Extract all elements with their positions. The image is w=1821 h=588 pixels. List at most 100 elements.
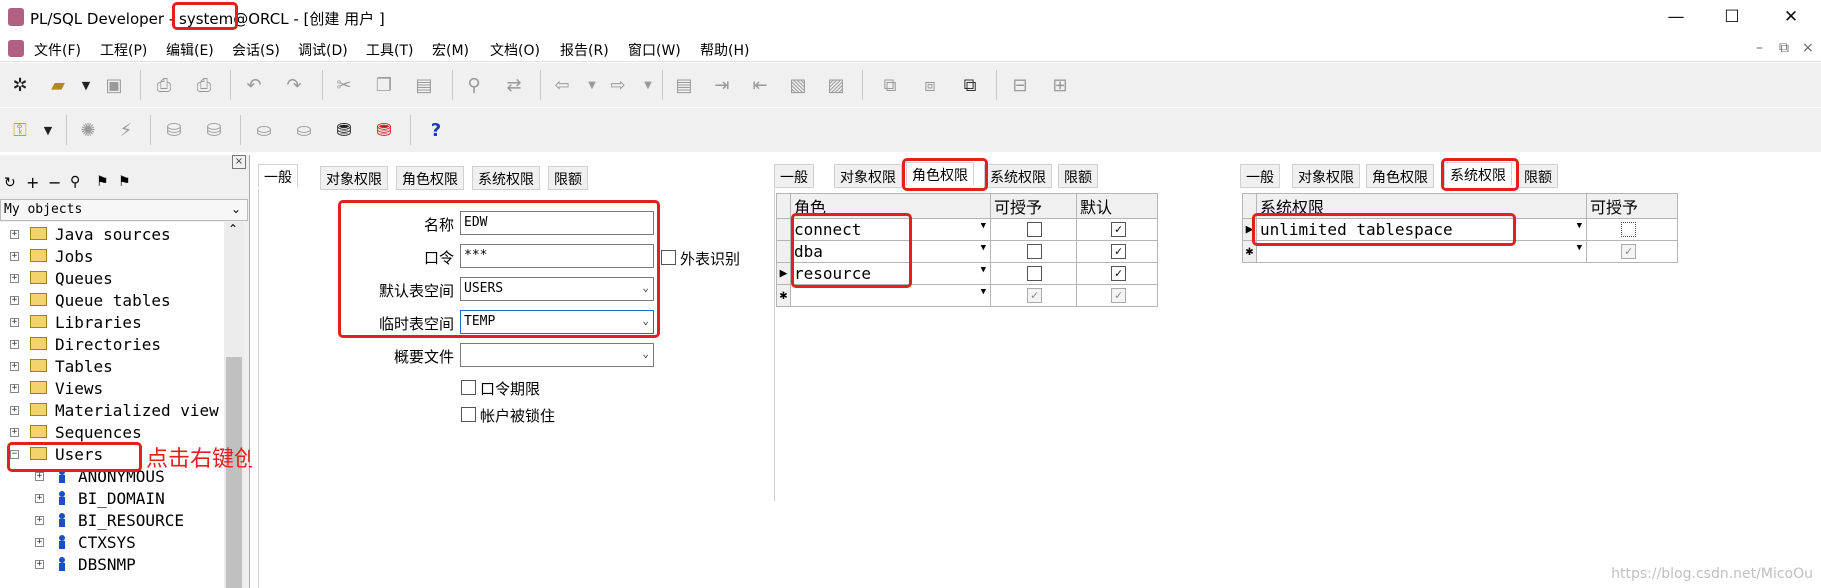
replace-icon[interactable]: ⇄ xyxy=(500,71,528,99)
dropdown-arrow-icon[interactable]: ▼ xyxy=(1577,243,1582,253)
mdi-close-icon[interactable]: × xyxy=(1802,40,1814,56)
rollback-icon[interactable]: ⛁ xyxy=(200,116,228,144)
expand-icon[interactable]: + xyxy=(10,406,19,415)
dropdown-arrow-icon[interactable]: ▼ xyxy=(981,287,986,297)
mdi-restore-icon[interactable]: ⧉ xyxy=(1779,40,1789,56)
disconnect-icon[interactable]: ⛀ xyxy=(290,116,318,144)
key-dropdown-icon[interactable]: ▼ xyxy=(34,116,62,144)
column-header-grantable[interactable]: 可授予 xyxy=(990,193,1077,219)
tree-scrollbar[interactable]: ⌃ xyxy=(224,222,244,588)
expand-icon[interactable]: + xyxy=(35,538,44,547)
tab-role-privileges[interactable]: 角色权限 xyxy=(396,166,464,190)
expand-icon[interactable]: + xyxy=(35,516,44,525)
default-checkbox[interactable]: ✓ xyxy=(1111,266,1126,281)
grantable-checkbox[interactable] xyxy=(1621,222,1636,237)
expand-icon[interactable]: + xyxy=(10,362,19,371)
undo-icon[interactable]: ↶ xyxy=(240,71,268,99)
minimize-icon[interactable]: — xyxy=(1653,2,1699,32)
grantable-checkbox[interactable] xyxy=(1027,222,1042,237)
tab-quotas[interactable]: 限额 xyxy=(1058,164,1098,188)
menu-document[interactable]: 文档(O) xyxy=(490,40,540,60)
refresh-icon[interactable]: ↻ xyxy=(4,175,16,191)
new-icon[interactable]: ✲ xyxy=(6,71,34,99)
row-header[interactable] xyxy=(776,240,791,263)
dropdown-arrow-icon[interactable]: ▼ xyxy=(981,243,986,253)
grantable-checkbox[interactable] xyxy=(1027,266,1042,281)
log-on-icon[interactable]: ⛃ xyxy=(330,116,358,144)
object-filter-dropdown[interactable]: My objects ⌄ xyxy=(0,199,248,221)
tab-role-privileges[interactable]: 角色权限 xyxy=(1366,164,1434,188)
grantable-checkbox[interactable]: ✓ xyxy=(1621,244,1636,259)
default-checkbox[interactable]: ✓ xyxy=(1111,244,1126,259)
default-cell[interactable]: ✓ xyxy=(1076,240,1158,263)
tab-system-privileges[interactable]: 系统权限 xyxy=(472,166,540,190)
commit-icon[interactable]: ⛁ xyxy=(160,116,188,144)
expand-icon[interactable]: + xyxy=(10,428,19,437)
column-header-default[interactable]: 默认 xyxy=(1076,193,1158,219)
menu-macro[interactable]: 宏(M) xyxy=(432,40,469,60)
expand-icon[interactable]: + xyxy=(10,318,19,327)
comment-icon[interactable]: ▧ xyxy=(784,71,812,99)
find-icon[interactable]: ⚲ xyxy=(460,71,488,99)
menu-tools[interactable]: 工具(T) xyxy=(366,40,413,60)
expand-icon[interactable]: + xyxy=(35,494,44,503)
tab-quotas[interactable]: 限额 xyxy=(1518,164,1558,188)
forward-icon[interactable]: ⇨ xyxy=(604,71,632,99)
grid-view-icon[interactable]: ⊞ xyxy=(1046,71,1074,99)
menu-window[interactable]: 窗口(W) xyxy=(628,40,681,60)
expand-icon[interactable]: + xyxy=(10,296,19,305)
expand-icon[interactable]: + xyxy=(10,230,19,239)
expand-icon[interactable]: + xyxy=(10,252,19,261)
cut-icon[interactable]: ✂ xyxy=(330,71,358,99)
window-cascade-icon[interactable]: ⧉ xyxy=(956,71,984,99)
expand-icon[interactable]: + xyxy=(10,340,19,349)
default-checkbox[interactable]: ✓ xyxy=(1111,288,1126,303)
scroll-up-icon[interactable]: ⌃ xyxy=(228,222,238,236)
tab-object-privileges[interactable]: 对象权限 xyxy=(320,166,388,190)
panel-close-icon[interactable]: × xyxy=(232,155,246,169)
current-row-indicator[interactable]: ▶ xyxy=(776,262,791,285)
tab-object-privileges[interactable]: 对象权限 xyxy=(834,164,902,188)
menu-edit[interactable]: 编辑(E) xyxy=(166,40,214,60)
tab-quotas[interactable]: 限额 xyxy=(548,166,588,190)
tab-general[interactable]: 一般 xyxy=(258,164,298,188)
print-preview-icon[interactable]: ⎙ xyxy=(190,71,218,99)
object-tree[interactable]: + Java sources + Jobs + Queues + Queue table… xyxy=(0,222,224,588)
menu-session[interactable]: 会话(S) xyxy=(232,40,280,60)
expand-icon[interactable]: + xyxy=(10,274,19,283)
row-header[interactable] xyxy=(776,218,791,241)
grantable-cell[interactable] xyxy=(1586,218,1678,241)
column-header-grantable[interactable]: 可授予 xyxy=(1586,193,1678,219)
print-icon[interactable]: ⎙ xyxy=(150,71,178,99)
window-list-icon[interactable]: ⧉ xyxy=(876,71,904,99)
maximize-icon[interactable]: ☐ xyxy=(1709,2,1755,32)
help-icon[interactable]: ? xyxy=(422,116,450,144)
menu-debug[interactable]: 调试(D) xyxy=(298,40,348,60)
uncomment-icon[interactable]: ▨ xyxy=(822,71,850,99)
grantable-cell[interactable]: ✓ xyxy=(990,284,1077,307)
password-expired-checkbox[interactable] xyxy=(461,380,476,395)
tab-object-privileges[interactable]: 对象权限 xyxy=(1292,164,1360,188)
log-off-icon[interactable]: ⛃ xyxy=(370,116,398,144)
grantable-cell[interactable] xyxy=(990,218,1077,241)
default-cell[interactable]: ✓ xyxy=(1076,218,1158,241)
close-icon[interactable]: ✕ xyxy=(1768,2,1814,32)
dropdown-arrow-icon[interactable]: ▼ xyxy=(981,265,986,275)
external-id-checkbox[interactable] xyxy=(661,250,676,265)
dropdown-arrow-icon[interactable]: ▼ xyxy=(1577,221,1582,231)
remove-icon[interactable]: − xyxy=(48,173,61,192)
split-window-icon[interactable]: ⊟ xyxy=(1006,71,1034,99)
grantable-checkbox[interactable] xyxy=(1027,244,1042,259)
dropdown-arrow-icon[interactable]: ▼ xyxy=(981,221,986,231)
paste-icon[interactable]: ▤ xyxy=(410,71,438,99)
key-icon[interactable]: ⚿ xyxy=(6,116,34,144)
back-icon[interactable]: ⇦ xyxy=(548,71,576,99)
indent-icon[interactable]: ⇥ xyxy=(708,71,736,99)
expand-icon[interactable]: + xyxy=(10,384,19,393)
menu-project[interactable]: 工程(P) xyxy=(100,40,147,60)
menu-reports[interactable]: 报告(R) xyxy=(560,40,609,60)
default-cell[interactable]: ✓ xyxy=(1076,262,1158,285)
window-tile-icon[interactable]: ⧈ xyxy=(916,71,944,99)
new-row-indicator[interactable]: ✱ xyxy=(776,284,791,307)
expand-icon[interactable]: + xyxy=(35,472,44,481)
